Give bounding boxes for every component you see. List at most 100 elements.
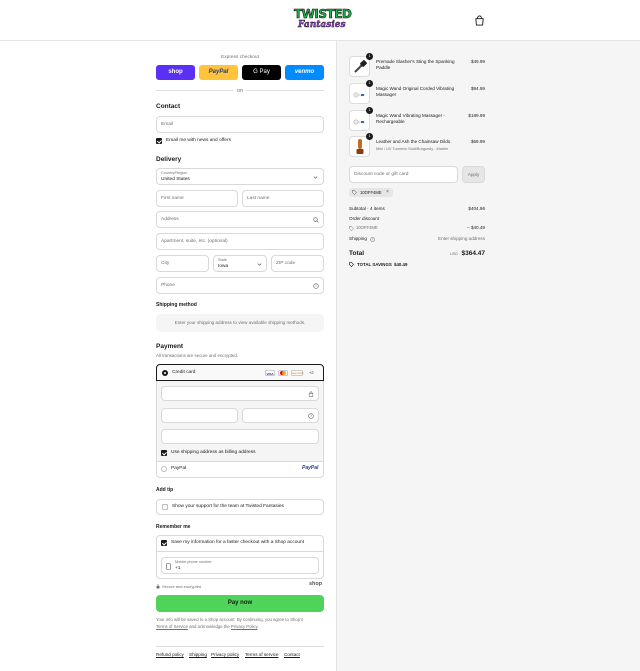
mobile-phone-field[interactable]: Mobile phone number +1 (161, 557, 319, 574)
or-divider-label: OR (236, 88, 244, 93)
shipping-method-note: Enter your shipping address to view avai… (174, 320, 306, 325)
tag-icon (349, 225, 354, 231)
shipping-method-heading: Shipping method (156, 302, 197, 308)
lock-icon (156, 584, 160, 589)
tip-option-box: Show your support for the team at Twiste… (156, 499, 324, 515)
shipping-label: Shipping (349, 236, 367, 241)
tip-label: Show your support for the team at Twiste… (172, 504, 284, 509)
quantity-badge: 1 (366, 107, 373, 114)
paypal-express-button[interactable]: PayPal (199, 65, 238, 80)
phone-placeholder: Phone (161, 283, 175, 288)
last-name-field[interactable]: Last name (242, 190, 324, 207)
country-label: Country/Region (161, 171, 188, 175)
item-price: $49.99 (470, 59, 485, 64)
add-tip-heading: Add tip (156, 487, 174, 493)
country-select[interactable]: Country/Region United States (156, 168, 324, 185)
state-label: State (218, 258, 227, 262)
help-icon[interactable]: ? (308, 413, 314, 419)
save-info-checkbox[interactable] (161, 540, 167, 546)
item-name: Magic Wand Vibrating Massager - Recharge… (376, 113, 445, 124)
chevron-down-icon (257, 263, 262, 266)
item-variant: Mini / UV Turmeric Sold/Burgundy - Marbl… (376, 147, 449, 151)
discount-code-placeholder: Discount code or gift card (354, 172, 409, 177)
item-price: $69.99 (470, 139, 485, 144)
discount-code-field[interactable]: Discount code or gift card (349, 166, 458, 183)
divider-right (246, 90, 324, 91)
city-field[interactable]: City (156, 255, 209, 272)
credit-card-option[interactable]: Credit card VISA MC DISCOVER +2 (156, 364, 324, 381)
radio-dot (164, 372, 166, 374)
shipping-value: Enter shipping address (438, 236, 485, 241)
mobile-phone-label: Mobile phone number (175, 560, 212, 564)
billing-address-checkbox[interactable] (161, 450, 167, 456)
discover-icon: DISCOVER (291, 370, 303, 376)
paddle-image (354, 60, 367, 73)
shopping-bag-icon[interactable] (474, 15, 485, 26)
line-item: 1 Magic Wand Vibrating Massager - Rechar… (349, 107, 485, 134)
remove-discount-icon[interactable]: × (386, 189, 389, 195)
shop-legal-text: Your info will be saved to a Shop accoun… (156, 617, 324, 630)
express-checkout-title: Express checkout (221, 55, 259, 60)
help-icon[interactable]: ? (313, 283, 319, 289)
shipping-policy-link[interactable]: Shipping (189, 652, 207, 657)
order-discount-row: Order discount (349, 216, 485, 221)
terms-of-service-link[interactable]: Terms of service (245, 652, 278, 657)
newsletter-checkbox[interactable] (156, 138, 162, 144)
item-name: Magic Wand Original Corded Vibrating Mas… (376, 86, 455, 97)
credit-card-radio[interactable] (162, 370, 168, 376)
privacy-policy-link[interactable]: Privacy policy (211, 652, 239, 657)
chainsaw-dildo-image (356, 139, 364, 154)
apply-discount-button[interactable]: Apply (462, 166, 485, 183)
city-placeholder: City (161, 261, 170, 266)
line-item: 1 Magic Wand Original Corded Vibrating M… (349, 80, 485, 107)
discount-chip-code: 10OFF4ME (360, 190, 382, 195)
card-number-field[interactable] (161, 386, 319, 401)
total-row: Total USD $364.47 (349, 250, 485, 260)
payment-subheading: All transactions are secure and encrypte… (156, 353, 239, 358)
store-logo[interactable]: TWISTED Fantasies (294, 7, 352, 33)
shop-privacy-link[interactable]: Privacy Policy (231, 624, 257, 629)
quantity-badge: 1 (366, 133, 373, 140)
shop-terms-link[interactable]: Terms of Service (156, 624, 188, 629)
payment-divider (156, 461, 324, 462)
email-field[interactable]: Email (156, 116, 324, 133)
shop-pay-button[interactable]: shop (156, 65, 195, 80)
security-code-field[interactable]: ? (242, 408, 319, 423)
paypal-logo: PayPal (302, 465, 319, 471)
more-brands-label: +2 (309, 370, 314, 375)
currency-code: USD (450, 252, 459, 256)
subtotal-row: Subtotal · 4 items $404.96 (349, 206, 485, 211)
zip-placeholder: ZIP code (276, 261, 296, 266)
save-info-label: Save my information for a faster checkou… (171, 540, 305, 545)
shipping-method-notice: Enter your shipping address to view avai… (156, 314, 324, 332)
total-value: $364.47 (461, 250, 486, 257)
zip-field[interactable]: ZIP code (271, 255, 324, 272)
pay-now-button[interactable]: Pay now (156, 595, 324, 612)
state-select[interactable]: State Iowa (213, 255, 267, 272)
mobile-phone-value: +1 (175, 566, 181, 571)
order-discount-label: Order discount (349, 216, 380, 221)
header: TWISTED Fantasies (0, 0, 640, 41)
phone-field[interactable]: Phone ? (156, 277, 324, 294)
tip-checkbox[interactable] (162, 504, 168, 510)
address-field[interactable]: Address (156, 211, 324, 228)
newsletter-label: Email me with news and offers (166, 138, 231, 143)
name-on-card-field[interactable] (161, 429, 319, 444)
apartment-field[interactable]: Apartment, suite, etc. (optional) (156, 233, 324, 250)
refund-policy-link[interactable]: Refund policy (156, 652, 184, 657)
svg-text:?: ? (310, 414, 312, 418)
country-value: United States (161, 177, 190, 182)
paypal-option-label[interactable]: PayPal (171, 466, 186, 471)
quantity-badge: 1 (366, 53, 373, 60)
contact-link[interactable]: Contact (284, 652, 300, 657)
paypal-radio[interactable] (161, 466, 167, 472)
expiration-date-field[interactable] (161, 408, 238, 423)
help-icon[interactable]: ? (370, 236, 375, 242)
total-savings-value: $40.49 (394, 262, 408, 267)
first-name-field[interactable]: First name (156, 190, 238, 207)
google-pay-button[interactable]: G Pay (242, 65, 281, 80)
apartment-placeholder: Apartment, suite, etc. (optional) (161, 239, 228, 244)
venmo-button[interactable]: venmo (285, 65, 324, 80)
shop-pay-label: shop (168, 69, 183, 75)
legal-end: . (257, 623, 259, 629)
